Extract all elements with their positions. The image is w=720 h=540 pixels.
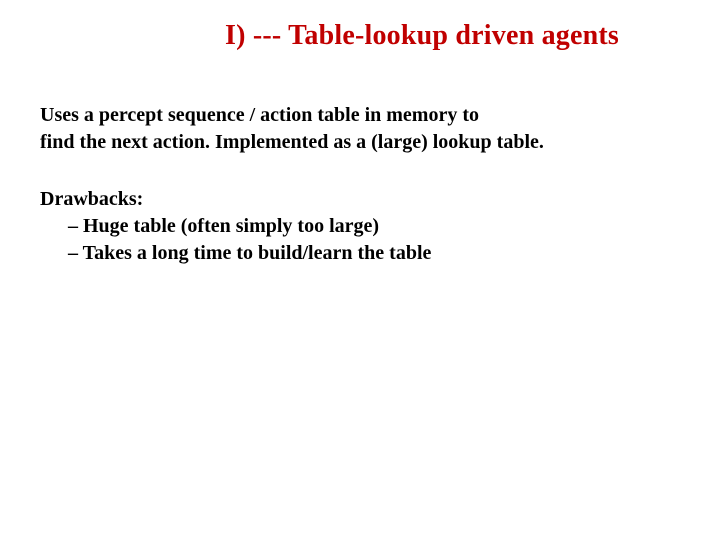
slide: I) --- Table-lookup driven agents Uses a…	[0, 0, 720, 287]
list-item: Huge table (often simply too large)	[68, 213, 680, 240]
list-item: Takes a long time to build/learn the tab…	[68, 240, 680, 267]
intro-line-1: Uses a percept sequence / action table i…	[40, 104, 479, 126]
slide-title: I) --- Table-lookup driven agents	[225, 20, 680, 52]
intro-paragraph: Uses a percept sequence / action table i…	[40, 102, 680, 156]
intro-line-2: find the next action. Implemented as a (…	[40, 131, 544, 153]
drawbacks-heading: Drawbacks:	[40, 186, 680, 213]
drawbacks-list: Huge table (often simply too large) Take…	[68, 213, 680, 267]
